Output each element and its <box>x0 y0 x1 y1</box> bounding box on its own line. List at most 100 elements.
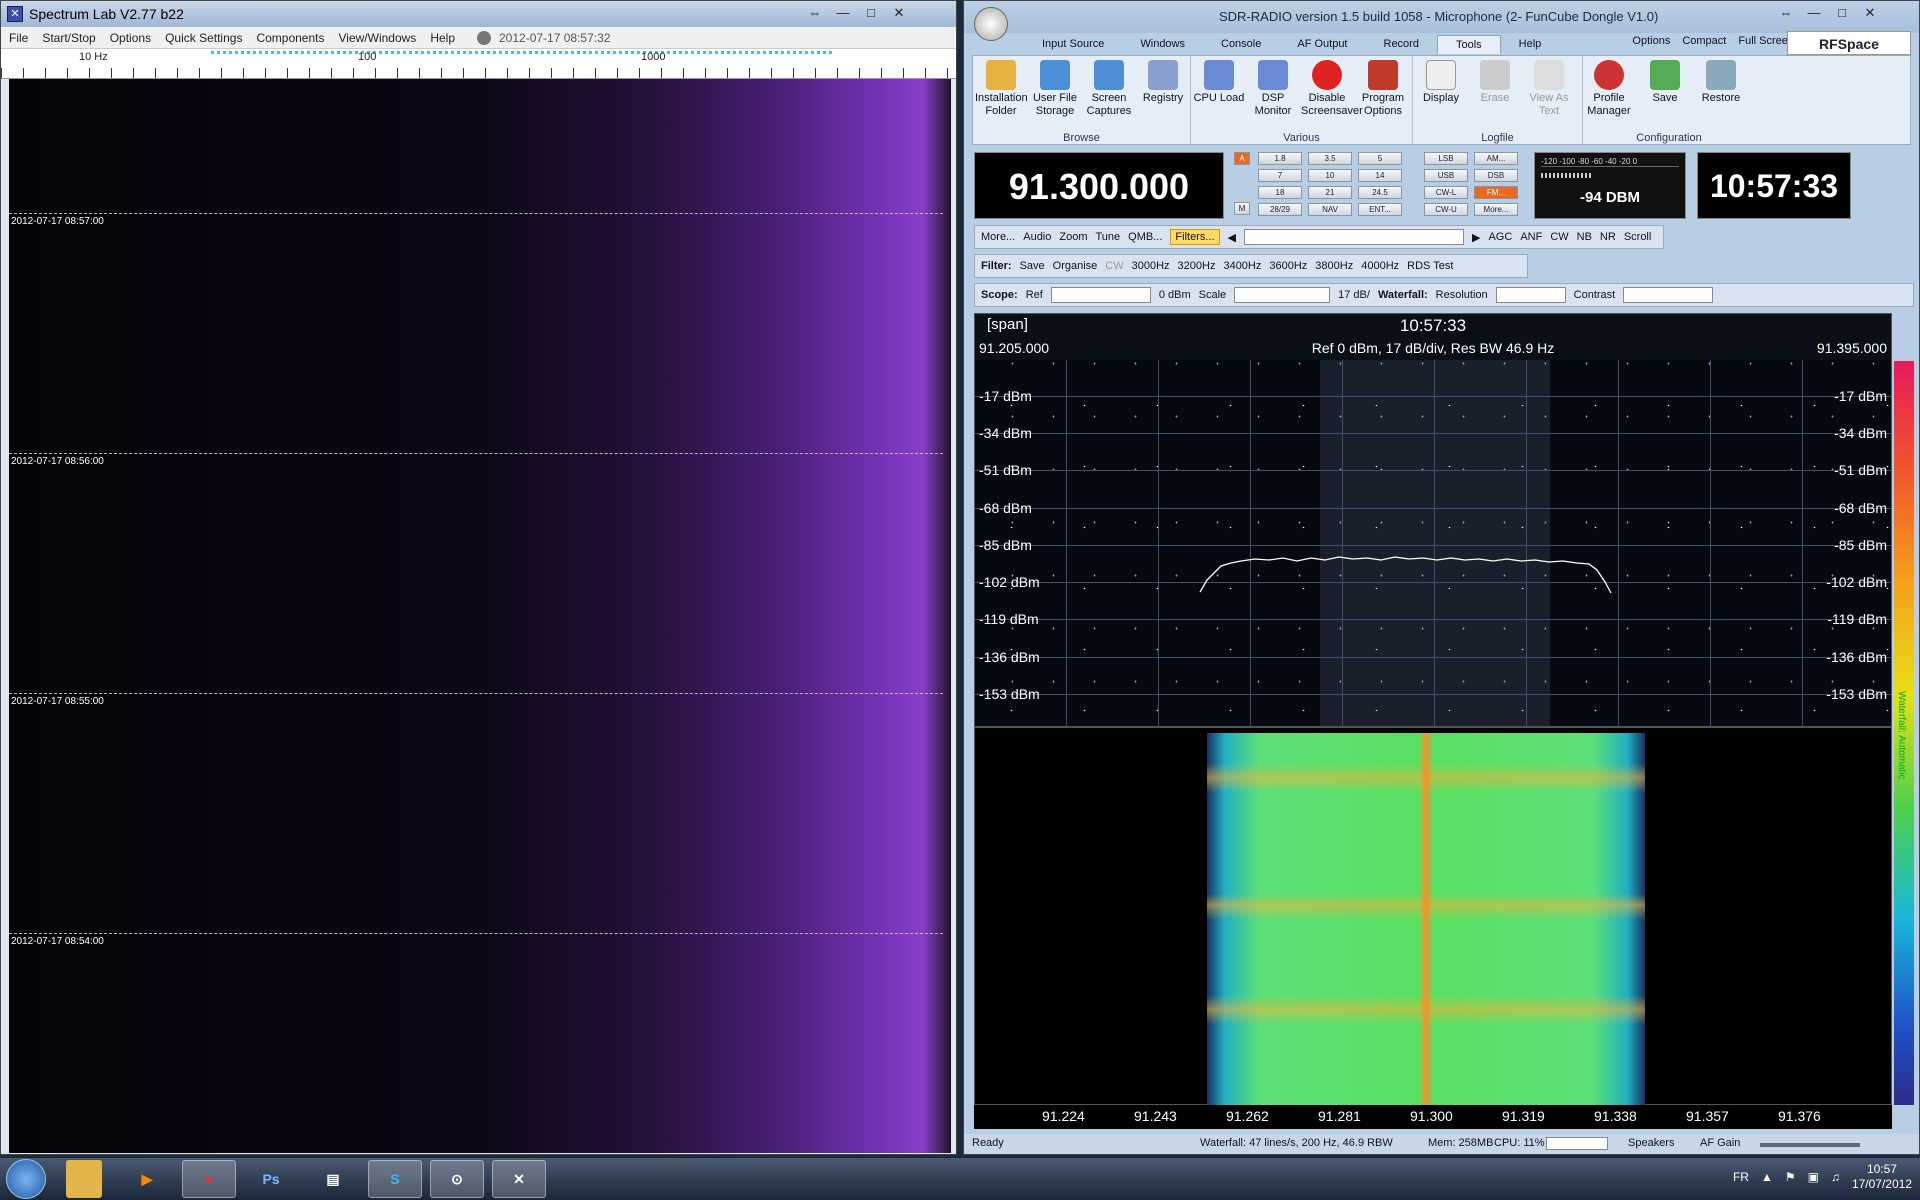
ref-slider[interactable] <box>1050 287 1151 303</box>
tab-input-source[interactable]: Input Source <box>1024 35 1122 54</box>
profile-manager-button[interactable]: Profile Manager <box>1583 60 1635 118</box>
mode-cwu-button[interactable]: CW-U <box>1424 203 1468 216</box>
af-gain-slider[interactable] <box>1760 1143 1860 1147</box>
ref-dropdown[interactable]: Ref <box>1026 289 1043 301</box>
language-indicator[interactable]: FR <box>1733 1170 1749 1184</box>
mode-am-button[interactable]: AM... <box>1474 152 1518 165</box>
scroll-button[interactable]: Scroll <box>1624 231 1652 243</box>
qmb-button[interactable]: QMB... <box>1128 231 1162 243</box>
frequency-display[interactable]: 91.300.000 <box>974 152 1224 219</box>
minimize-button[interactable]: — <box>1800 3 1828 23</box>
band-button[interactable]: 1.8 <box>1258 152 1302 165</box>
tuning-slider[interactable] <box>1244 229 1464 245</box>
tab-tools[interactable]: Tools <box>1436 35 1501 54</box>
filters-button[interactable]: Filters... <box>1170 229 1220 245</box>
vfo-m-button[interactable]: M <box>1234 202 1250 215</box>
menu-help[interactable]: Help <box>430 31 455 45</box>
start-button[interactable] <box>6 1159 46 1199</box>
mode-dsb-button[interactable]: DSB <box>1474 169 1518 182</box>
rf-waterfall[interactable] <box>974 727 1892 1107</box>
volume-icon[interactable]: ♫ <box>1831 1170 1840 1184</box>
resize-icon[interactable]: ⇔ <box>801 3 829 23</box>
audio-waterfall[interactable]: 2012-07-17 08:57:00 2012-07-17 08:56:00 … <box>9 79 951 1153</box>
filter-preset-button[interactable]: 4000Hz <box>1361 260 1399 272</box>
tab-af-output[interactable]: AF Output <box>1279 35 1365 54</box>
spectrum-scope[interactable]: [span] 10:57:33 91.205.000 Ref 0 dBm, 17… <box>974 313 1892 727</box>
tab-console[interactable]: Console <box>1203 35 1279 54</box>
tab-record[interactable]: Record <box>1366 35 1437 54</box>
user-file-storage-button[interactable]: User File Storage <box>1029 60 1081 118</box>
filter-preset-button[interactable]: 3800Hz <box>1315 260 1353 272</box>
band-button[interactable]: 10 <box>1308 169 1352 182</box>
menu-view-windows[interactable]: View/Windows <box>339 31 417 45</box>
options-link[interactable]: Options <box>1632 35 1670 47</box>
display-button[interactable]: Display <box>1415 60 1467 105</box>
close-button[interactable]: ✕ <box>885 3 913 23</box>
vfo-a-button[interactable]: A <box>1234 152 1250 165</box>
band-button[interactable]: 7 <box>1258 169 1302 182</box>
filter-preset-button[interactable]: 3000Hz <box>1132 260 1170 272</box>
mode-fm-button[interactable]: FM... <box>1474 186 1518 199</box>
mode-cwl-button[interactable]: CW-L <box>1424 186 1468 199</box>
full-screen-link[interactable]: Full Screen <box>1738 35 1794 47</box>
scale-dropdown[interactable]: Scale <box>1199 289 1227 301</box>
tray-arrow-icon[interactable]: ▲ <box>1761 1170 1773 1184</box>
filter-preset-button[interactable]: 3400Hz <box>1223 260 1261 272</box>
anf-button[interactable]: ANF <box>1520 231 1542 243</box>
mode-more-button[interactable]: More... <box>1474 203 1518 216</box>
cw-button[interactable]: CW <box>1550 231 1568 243</box>
filter-cw-button[interactable]: CW <box>1105 260 1123 272</box>
app-orb-icon[interactable] <box>974 7 1008 41</box>
band-button[interactable]: 14 <box>1358 169 1402 182</box>
resolution-dropdown[interactable]: Resolution <box>1436 289 1488 301</box>
rds-test-button[interactable]: RDS Test <box>1407 260 1453 272</box>
minimize-button[interactable]: — <box>829 3 857 23</box>
spectrum-lab-taskbar-icon[interactable]: ✕ <box>492 1160 546 1198</box>
spectrum-plot[interactable]: -17 dBm -34 dBm -51 dBm -68 dBm -85 dBm … <box>975 360 1891 726</box>
waterfall-colorbar[interactable]: Waterfall: Automatic <box>1894 361 1914 1105</box>
maximize-button[interactable]: □ <box>857 3 885 23</box>
screen-captures-button[interactable]: Screen Captures <box>1083 60 1135 118</box>
nb-button[interactable]: NB <box>1577 231 1592 243</box>
save-config-button[interactable]: Save <box>1639 60 1691 105</box>
menu-options[interactable]: Options <box>110 31 151 45</box>
menu-file[interactable]: File <box>9 31 28 45</box>
record-indicator-icon[interactable] <box>477 30 491 45</box>
chrome-taskbar-icon[interactable]: ● <box>182 1160 236 1198</box>
menu-quick-settings[interactable]: Quick Settings <box>165 31 242 45</box>
erase-button[interactable]: Erase <box>1469 60 1521 105</box>
filter-preset-button[interactable]: 3200Hz <box>1178 260 1216 272</box>
frequency-scale[interactable]: 10 Hz 100 1000 <box>1 49 956 79</box>
sdr-radio-taskbar-icon[interactable]: ⊙ <box>430 1160 484 1198</box>
scroll-right-icon[interactable]: ▶ <box>1472 231 1480 244</box>
tab-help[interactable]: Help <box>1501 35 1560 54</box>
band-button[interactable]: 21 <box>1308 186 1352 199</box>
filter-preset-button[interactable]: 3600Hz <box>1269 260 1307 272</box>
nav-button[interactable]: NAV <box>1308 203 1352 216</box>
speakers-label[interactable]: Speakers <box>1628 1137 1674 1149</box>
band-button[interactable]: 28/29 <box>1258 203 1302 216</box>
agc-button[interactable]: AGC <box>1488 231 1512 243</box>
installation-folder-button[interactable]: Installation Folder <box>975 60 1028 118</box>
tab-windows[interactable]: Windows <box>1122 35 1203 54</box>
enter-button[interactable]: ENT... <box>1358 203 1402 216</box>
menu-start-stop[interactable]: Start/Stop <box>42 31 95 45</box>
scale-slider[interactable] <box>1234 287 1331 303</box>
band-button[interactable]: 18 <box>1258 186 1302 199</box>
media-player-taskbar-icon[interactable]: ▶ <box>120 1160 174 1198</box>
band-button[interactable]: 3.5 <box>1308 152 1352 165</box>
restore-config-button[interactable]: Restore <box>1695 60 1747 105</box>
contrast-slider[interactable] <box>1623 287 1714 303</box>
band-button[interactable]: 5 <box>1358 152 1402 165</box>
tray-clock[interactable]: 10:57 17/07/2012 <box>1852 1162 1912 1192</box>
scroll-left-icon[interactable]: ◀ <box>1228 231 1236 244</box>
band-button[interactable]: 24.5 <box>1358 186 1402 199</box>
explorer-taskbar-icon[interactable] <box>66 1160 102 1198</box>
network-icon[interactable]: ▣ <box>1808 1170 1819 1184</box>
resize-icon[interactable]: ⇔ <box>1772 3 1800 23</box>
compact-link[interactable]: Compact <box>1682 35 1726 47</box>
filter-save-button[interactable]: Save <box>1020 260 1045 272</box>
menu-components[interactable]: Components <box>256 31 324 45</box>
more-button[interactable]: More... <box>981 231 1015 243</box>
dsp-monitor-button[interactable]: DSP Monitor <box>1247 60 1299 118</box>
